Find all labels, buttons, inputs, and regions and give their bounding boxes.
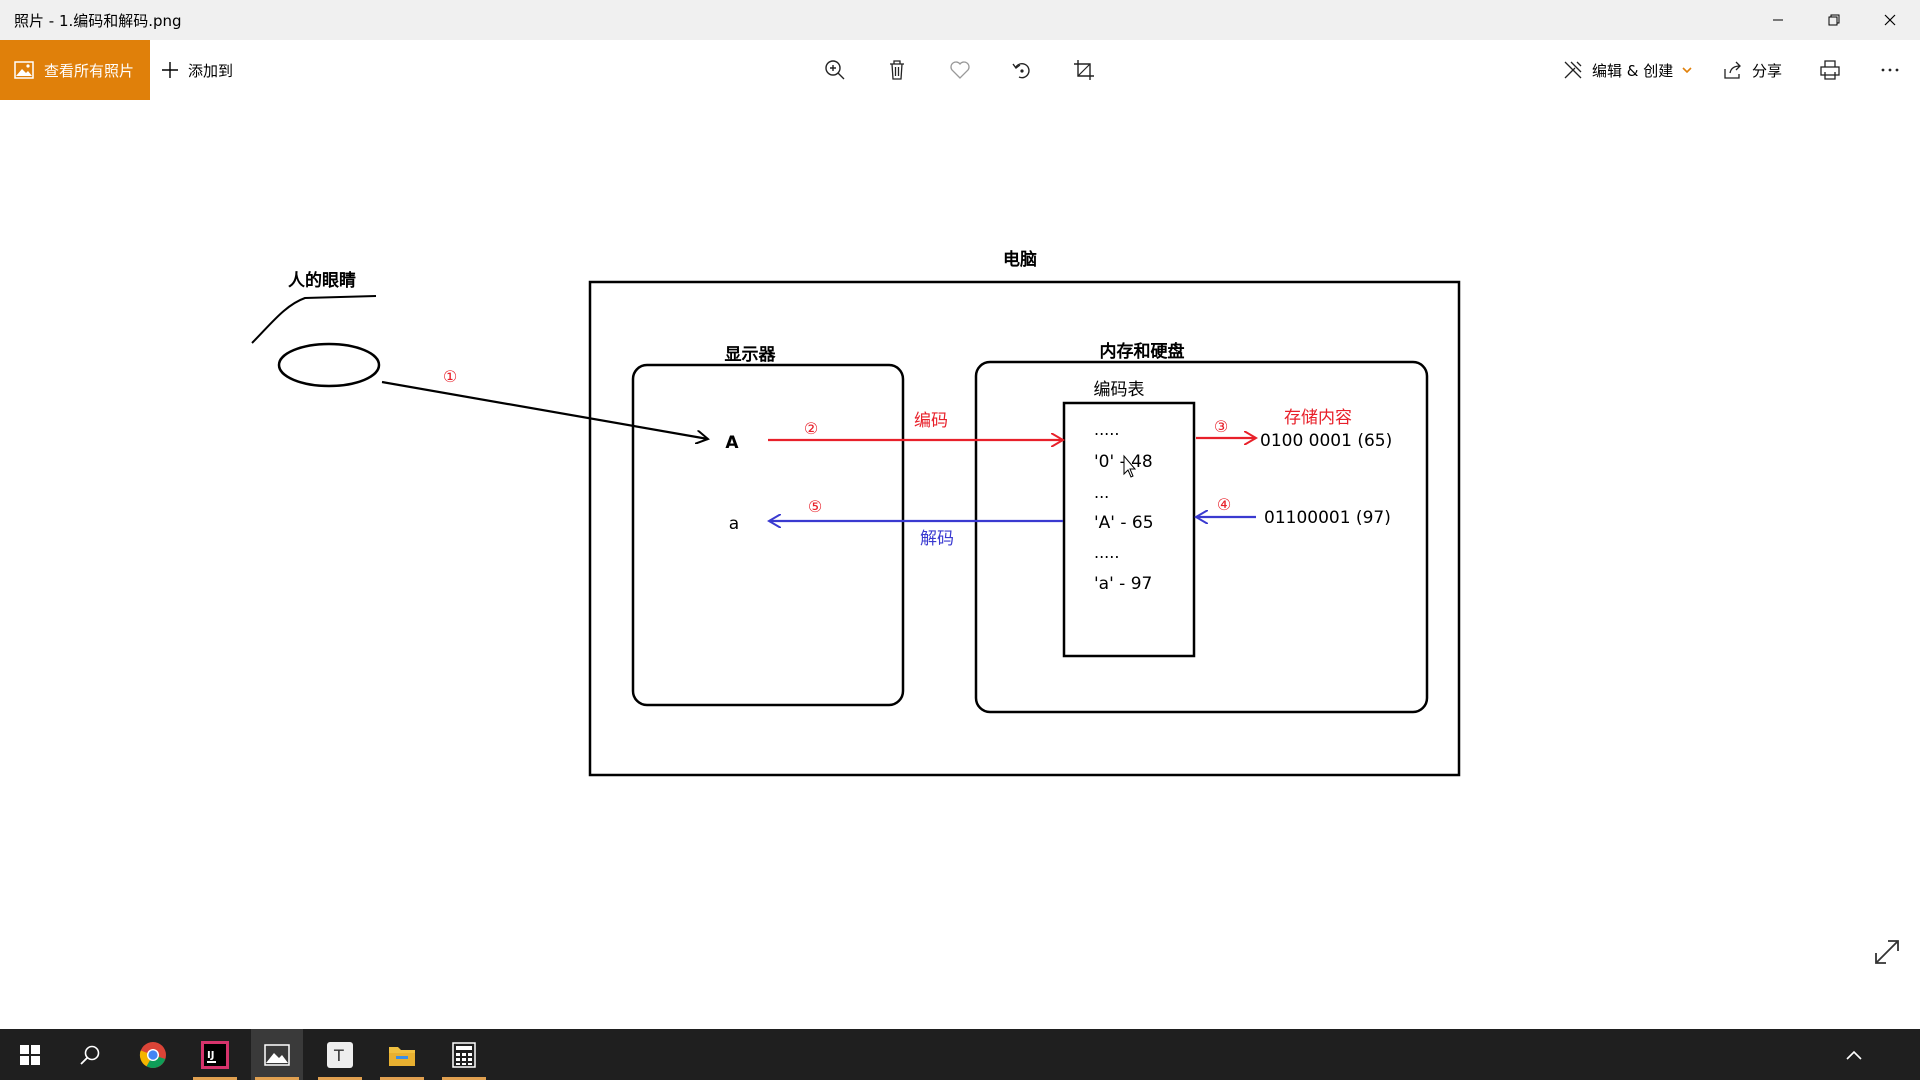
table-row: '0' - 48 xyxy=(1094,452,1153,472)
eye-label: 人的眼睛 xyxy=(288,270,356,291)
chevron-up-icon xyxy=(1846,1050,1862,1060)
step-4-marker: ④ xyxy=(1217,495,1231,514)
computer-box xyxy=(588,280,1461,777)
folder-icon xyxy=(389,1046,415,1066)
table-row: ..... xyxy=(1094,543,1119,562)
eyebrow-stroke xyxy=(251,295,377,344)
svg-text:T: T xyxy=(333,1046,344,1065)
heart-icon xyxy=(950,61,970,79)
step-5-marker: ⑤ xyxy=(808,497,822,516)
stored-content-label: 存储内容 xyxy=(1284,408,1352,428)
rotate-icon xyxy=(1012,62,1030,79)
char-upper: A xyxy=(725,433,739,453)
close-icon xyxy=(1884,14,1896,26)
taskbar-photos[interactable] xyxy=(251,1029,303,1080)
taskbar-chrome[interactable] xyxy=(127,1029,179,1080)
close-button[interactable] xyxy=(1862,0,1918,40)
table-row: ..... xyxy=(1094,420,1119,439)
plus-icon xyxy=(162,62,178,78)
intellij-icon: IJ xyxy=(201,1040,229,1069)
computer-label: 电脑 xyxy=(1003,249,1037,270)
rotate-button[interactable] xyxy=(1002,50,1042,90)
eye-to-screen-arrow xyxy=(381,380,708,439)
photo-icon xyxy=(14,61,34,79)
view-all-photos-button[interactable]: 查看所有照片 xyxy=(0,40,150,100)
eye-shape xyxy=(277,342,381,388)
edit-create-button[interactable]: 编辑 & 创建 xyxy=(1562,40,1693,100)
taskbar-intellij[interactable]: IJ xyxy=(189,1029,241,1080)
add-to-label: 添加到 xyxy=(188,61,234,80)
calculator-icon xyxy=(452,1041,476,1068)
title-bar: 照片 - 1.编码和解码.png xyxy=(0,0,1920,40)
crop-icon xyxy=(1074,60,1094,80)
binary-lower: 01100001 (97) xyxy=(1264,508,1391,528)
table-row: 'a' - 97 xyxy=(1094,574,1152,594)
encoding-diagram: 电脑 人的眼睛 显示器 内存和硬盘 编码表 ..... '0' - 48 ...… xyxy=(251,249,1461,777)
edit-create-label: 编辑 & 创建 xyxy=(1592,61,1674,80)
taskbar-search-button[interactable] xyxy=(64,1029,116,1080)
more-icon xyxy=(1881,68,1899,72)
code-table-label: 编码表 xyxy=(1094,380,1145,400)
decode-label: 解码 xyxy=(920,529,954,549)
monitor-box xyxy=(631,363,905,707)
view-all-photos-label: 查看所有照片 xyxy=(44,61,135,80)
taskbar-calculator[interactable] xyxy=(438,1029,490,1080)
typora-icon: T xyxy=(327,1041,353,1068)
binary-upper: 0100 0001 (65) xyxy=(1260,431,1392,451)
svg-text:IJ: IJ xyxy=(207,1050,214,1061)
delete-button[interactable] xyxy=(877,50,917,90)
more-button[interactable] xyxy=(1870,50,1910,90)
char-lower: a xyxy=(729,514,739,534)
share-icon xyxy=(1724,61,1741,79)
trash-icon xyxy=(890,60,904,80)
restore-icon xyxy=(1828,14,1840,26)
table-row: 'A' - 65 xyxy=(1094,513,1154,533)
table-row: ... xyxy=(1094,483,1109,502)
step-1-marker: ① xyxy=(443,367,457,386)
taskbar-typora[interactable]: T xyxy=(314,1029,366,1080)
chevron-down-icon xyxy=(1682,67,1692,74)
storage-label: 内存和硬盘 xyxy=(1100,341,1185,362)
step-2-marker: ② xyxy=(804,419,818,438)
minimize-icon xyxy=(1773,19,1783,21)
encode-label: 编码 xyxy=(914,411,948,431)
monitor-label: 显示器 xyxy=(725,345,777,365)
window-title: 照片 - 1.编码和解码.png xyxy=(14,12,182,30)
zoom-button[interactable] xyxy=(815,50,855,90)
crop-button[interactable] xyxy=(1064,50,1104,90)
print-button[interactable] xyxy=(1810,50,1850,90)
edit-create-icon xyxy=(1564,61,1582,79)
favorite-button[interactable] xyxy=(940,50,980,90)
add-to-button[interactable]: 添加到 xyxy=(160,40,233,100)
image-viewer: 电脑 人的眼睛 显示器 内存和硬盘 编码表 ..... '0' - 48 ...… xyxy=(0,100,1920,1029)
step-3-marker: ③ xyxy=(1214,417,1228,436)
show-hidden-icons-button[interactable] xyxy=(1828,1029,1880,1080)
photos-icon xyxy=(264,1043,290,1066)
restore-button[interactable] xyxy=(1806,0,1862,40)
search-icon xyxy=(80,1045,100,1065)
chrome-icon xyxy=(139,1041,166,1068)
expand-icon[interactable] xyxy=(1872,937,1902,967)
share-label: 分享 xyxy=(1752,61,1783,80)
taskbar-file-explorer[interactable] xyxy=(376,1029,428,1080)
storage-box xyxy=(974,360,1429,714)
start-button[interactable] xyxy=(4,1029,56,1080)
command-bar: 查看所有照片 添加到 编辑 & 创建 分享 xyxy=(0,40,1920,100)
print-icon xyxy=(1820,60,1840,80)
share-button[interactable]: 分享 xyxy=(1722,40,1782,100)
zoom-in-icon xyxy=(825,60,845,80)
taskbar: IJ T xyxy=(0,1029,1920,1080)
minimize-button[interactable] xyxy=(1750,0,1806,40)
windows-start-icon xyxy=(20,1044,40,1065)
